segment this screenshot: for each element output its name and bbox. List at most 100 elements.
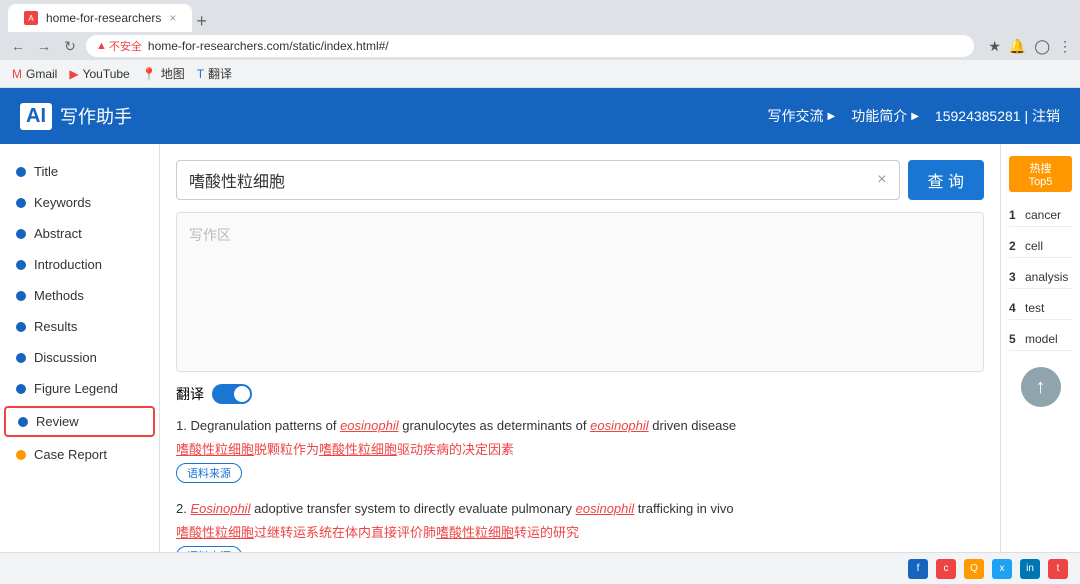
translate-row: 翻译	[176, 384, 984, 404]
top5-item-2: 2 cell	[1009, 235, 1072, 258]
nav-user[interactable]: 15924385281 | 注销	[935, 106, 1060, 126]
bottom-icon-q[interactable]: Q	[964, 559, 984, 579]
result-2-en: 2. Eosinophil adoptive transfer system t…	[176, 499, 984, 519]
result-1-highlight-2: eosinophil	[590, 418, 649, 433]
sidebar-item-abstract[interactable]: Abstract	[0, 218, 159, 249]
hot-top5-title: 热搜 Top5	[1009, 156, 1072, 192]
result-1-zh-highlight-1: 嗜酸性粒细胞	[176, 442, 254, 457]
right-panel: 热搜 Top5 1 cancer 2 cell 3 analysis 4 tes…	[1000, 144, 1080, 584]
result-1-en: 1. Degranulation patterns of eosinophil …	[176, 416, 984, 436]
search-row: 嗜酸性粒细胞 × 查 询	[176, 160, 984, 200]
tab-close-icon[interactable]: ×	[169, 11, 176, 25]
app-header: AI 写作助手 写作交流 ▶ 功能简介 ▶ 15924385281 | 注销	[0, 88, 1080, 144]
result-1-highlight-1: eosinophil	[340, 418, 399, 433]
main-layout: Title Keywords Abstract Introduction Met…	[0, 144, 1080, 584]
browser-actions: ★ 🔔 ◯ ⋮	[988, 38, 1072, 55]
result-1-num: 1.	[176, 418, 187, 433]
sidebar-item-discussion[interactable]: Discussion	[0, 342, 159, 373]
result-2-zh-highlight-2: 嗜酸性粒细胞	[436, 525, 514, 540]
dot-case-report	[16, 450, 26, 460]
address-bar[interactable]: ▲ 不安全 home-for-researchers.com/static/in…	[86, 35, 974, 57]
query-button[interactable]: 查 询	[908, 160, 984, 200]
forward-button[interactable]: →	[34, 36, 54, 56]
logo-ai: AI	[20, 103, 52, 130]
bookmark-youtube-label: YouTube	[83, 67, 130, 81]
result-1-zh-highlight-2: 嗜酸性粒细胞	[319, 442, 397, 457]
clear-button[interactable]: ×	[877, 171, 886, 189]
bottom-icon-t[interactable]: t	[1048, 559, 1068, 579]
sidebar-item-review[interactable]: Review	[4, 406, 155, 437]
insecure-badge: ▲ 不安全	[96, 38, 142, 54]
tab-bar: A home-for-researchers × +	[0, 0, 1080, 32]
dot-review	[18, 417, 28, 427]
bookmark-maps-label: 地图	[161, 65, 185, 82]
bookmark-maps[interactable]: 📍 地图	[142, 65, 185, 82]
bookmark-gmail-label: Gmail	[26, 67, 57, 81]
new-tab-button[interactable]: +	[196, 11, 207, 32]
sidebar-item-methods[interactable]: Methods	[0, 280, 159, 311]
toggle-knob	[234, 386, 250, 402]
sidebar-item-keywords[interactable]: Keywords	[0, 187, 159, 218]
bottom-icon-c[interactable]: c	[936, 559, 956, 579]
youtube-icon: ▶	[69, 67, 78, 81]
maps-icon: 📍	[142, 67, 157, 81]
result-2-zh-highlight-1: 嗜酸性粒细胞	[176, 525, 254, 540]
writing-area[interactable]: 写作区	[176, 212, 984, 372]
result-1-zh: 嗜酸性粒细胞脱颗粒作为嗜酸性粒细胞驱动疾病的决定因素	[176, 440, 984, 460]
dot-methods	[16, 291, 26, 301]
writing-placeholder: 写作区	[189, 227, 231, 243]
warning-icon: ▲	[96, 40, 107, 52]
nav-features[interactable]: 功能简介 ▶	[851, 106, 919, 126]
star-icon[interactable]: ★	[988, 38, 1001, 55]
source-tag-1[interactable]: 语料来源	[176, 463, 242, 483]
bookmark-translate[interactable]: T 翻译	[197, 65, 232, 82]
sidebar-item-case-report[interactable]: Case Report	[0, 439, 159, 470]
header-nav: 写作交流 ▶ 功能简介 ▶ 15924385281 | 注销	[768, 106, 1060, 126]
sidebar-item-results[interactable]: Results	[0, 311, 159, 342]
dot-results	[16, 322, 26, 332]
bookmark-translate-label: 翻译	[208, 65, 232, 82]
sidebar-item-title[interactable]: Title	[0, 156, 159, 187]
translate-label: 翻译	[176, 384, 204, 404]
address-text: home-for-researchers.com/static/index.ht…	[148, 39, 389, 53]
result-2-num: 2.	[176, 501, 187, 516]
sidebar-item-introduction[interactable]: Introduction	[0, 249, 159, 280]
bottom-icon-in[interactable]: in	[1020, 559, 1040, 579]
bottom-bar: f c Q x in t	[0, 552, 1080, 584]
top5-item-1: 1 cancer	[1009, 204, 1072, 227]
profile-icon[interactable]: ◯	[1034, 38, 1050, 55]
dot-figure-legend	[16, 384, 26, 394]
search-query-text: 嗜酸性粒细胞	[189, 168, 285, 192]
bookmarks-bar: M Gmail ▶ YouTube 📍 地图 T 翻译	[0, 60, 1080, 88]
translate-toggle[interactable]	[212, 384, 252, 404]
top5-item-4: 4 test	[1009, 297, 1072, 320]
dot-title	[16, 167, 26, 177]
nav-arrow-1: ▶	[828, 111, 836, 122]
bell-icon[interactable]: 🔔	[1009, 38, 1026, 55]
result-2-zh: 嗜酸性粒细胞过继转运系统在体内直接评价肺嗜酸性粒细胞转运的研究	[176, 523, 984, 543]
address-bar-row: ← → ↻ ▲ 不安全 home-for-researchers.com/sta…	[0, 32, 1080, 60]
bookmark-youtube[interactable]: ▶ YouTube	[69, 67, 129, 81]
result-2-highlight-1: Eosinophil	[190, 501, 250, 516]
browser-tab[interactable]: A home-for-researchers ×	[8, 4, 192, 32]
sidebar: Title Keywords Abstract Introduction Met…	[0, 144, 160, 584]
gmail-icon: M	[12, 67, 22, 81]
dot-introduction	[16, 260, 26, 270]
top5-item-5: 5 model	[1009, 328, 1072, 351]
bottom-icon-x[interactable]: x	[992, 559, 1012, 579]
bookmark-gmail[interactable]: M Gmail	[12, 67, 57, 81]
dot-discussion	[16, 353, 26, 363]
sidebar-item-figure-legend[interactable]: Figure Legend	[0, 373, 159, 404]
result-item-1: 1. Degranulation patterns of eosinophil …	[176, 416, 984, 483]
nav-writing[interactable]: 写作交流 ▶	[768, 106, 836, 126]
dot-keywords	[16, 198, 26, 208]
content-area: 嗜酸性粒细胞 × 查 询 写作区 翻译 1. Degranulation pat…	[160, 144, 1000, 584]
reload-button[interactable]: ↻	[60, 36, 80, 56]
translate-icon: T	[197, 67, 204, 81]
logo-area: AI 写作助手	[20, 103, 132, 130]
bottom-icon-fb[interactable]: f	[908, 559, 928, 579]
scroll-top-button[interactable]: ↑	[1021, 367, 1061, 407]
menu-icon[interactable]: ⋮	[1058, 38, 1072, 55]
back-button[interactable]: ←	[8, 36, 28, 56]
search-input-box[interactable]: 嗜酸性粒细胞 ×	[176, 160, 900, 200]
